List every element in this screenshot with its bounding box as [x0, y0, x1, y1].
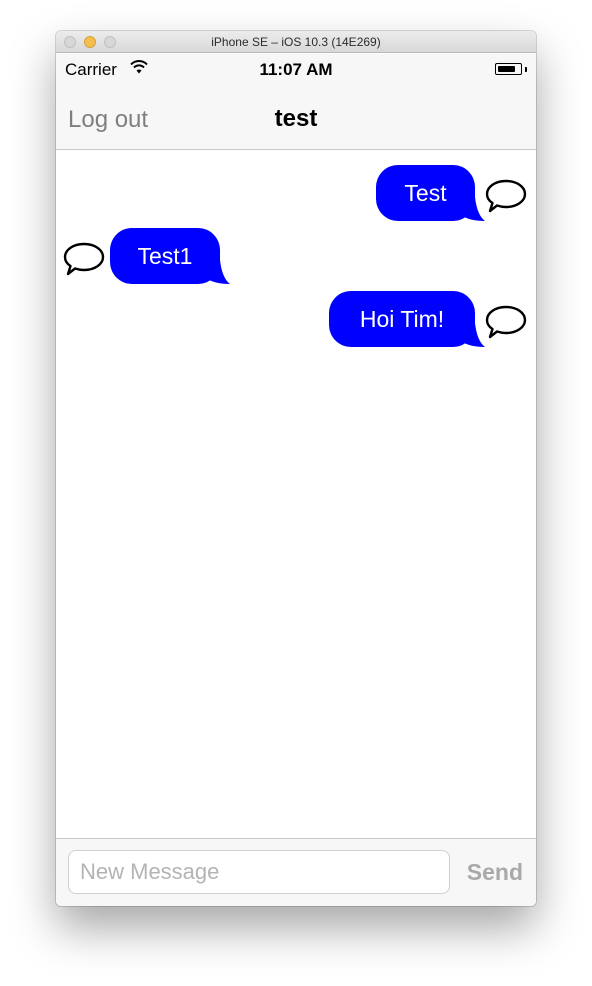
new-message-input[interactable] [68, 850, 450, 894]
message-text: Test1 [137, 243, 193, 269]
window-titlebar[interactable]: iPhone SE – iOS 10.3 (14E269) [56, 31, 536, 53]
message-bubble[interactable]: Hoi Tim! [329, 291, 475, 347]
page-title: test [274, 105, 318, 132]
bubble-tail [206, 260, 230, 284]
message-list[interactable]: Test Test1 Hoi Tim! [56, 150, 536, 838]
battery-tip [525, 67, 527, 72]
simulator-window: iPhone SE – iOS 10.3 (14E269) Carrier 11… [56, 31, 536, 906]
speech-bubble-icon [485, 179, 527, 213]
window-title: iPhone SE – iOS 10.3 (14E269) [211, 35, 381, 49]
composer-bar: Send [56, 838, 536, 906]
status-bar: Carrier 11:07 AM [56, 54, 536, 84]
send-button[interactable]: Send [467, 859, 523, 886]
navigation-bar: Log out test [56, 84, 536, 150]
battery-icon [495, 63, 522, 75]
status-time: 11:07 AM [259, 60, 333, 79]
message-bubble[interactable]: Test1 [110, 228, 220, 284]
speech-bubble-icon [485, 305, 527, 339]
message-text: Hoi Tim! [359, 306, 445, 332]
speech-bubble-icon [63, 242, 105, 276]
message-text: Test [404, 180, 447, 206]
